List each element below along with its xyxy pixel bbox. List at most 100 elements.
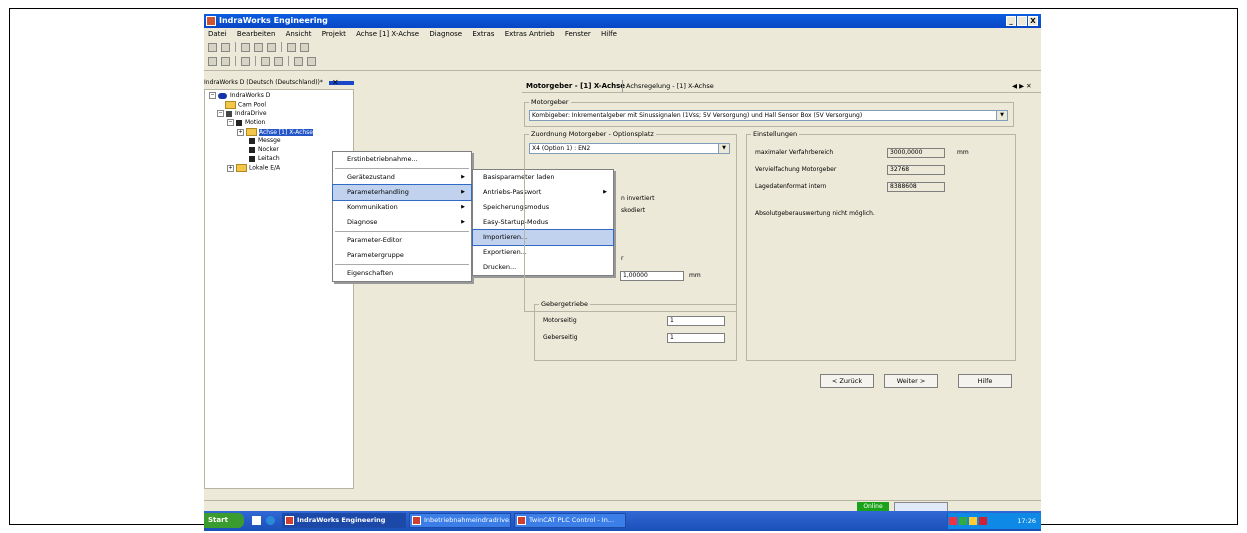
maximize-button[interactable]	[1017, 16, 1027, 26]
menu-extras[interactable]: Extras	[472, 30, 494, 38]
axis-icon	[249, 155, 255, 162]
group-einstellungen-label: Einstellungen	[751, 130, 800, 138]
tree-item-messge[interactable]: Messge	[249, 137, 281, 145]
group-zuordnung-label: Zuordnung Motorgeber - Optionsplatz	[529, 130, 656, 138]
submenu-arrow-icon: ▶	[461, 189, 465, 195]
geberseitig-input[interactable]: 1	[667, 333, 725, 343]
toolbar-separator	[204, 70, 1041, 71]
redo-icon[interactable]	[300, 43, 309, 52]
project-icon	[218, 92, 227, 99]
clock: 17:26	[1017, 517, 1036, 525]
drive-icon	[226, 110, 232, 117]
ctx-item-parameter-editor[interactable]: Parameter-Editor	[333, 233, 471, 248]
desktop-icon[interactable]	[252, 516, 261, 525]
absolut-note: Absolutgeberauswertung nicht möglich.	[755, 210, 875, 217]
online-icon[interactable]	[208, 57, 217, 66]
minimize-button[interactable]: _	[1006, 16, 1016, 26]
settings-icon[interactable]	[307, 57, 316, 66]
folder-icon	[225, 101, 236, 109]
partial-label-kodiert: skodiert	[621, 207, 646, 214]
tree-item-root[interactable]: − IndraWorks D	[209, 92, 270, 100]
app-icon	[206, 16, 216, 26]
left-panel-close-icon[interactable]: ✕	[332, 78, 339, 88]
tray-icon[interactable]	[969, 517, 977, 525]
tree-item-nocker[interactable]: Nocker	[249, 146, 279, 154]
menu-datei[interactable]: Datei	[208, 30, 227, 38]
task-indraworks[interactable]: IndraWorks Engineering	[282, 513, 406, 528]
next-button[interactable]: Weiter >	[884, 374, 938, 388]
tray-icon[interactable]	[949, 517, 957, 525]
menu-ansicht[interactable]: Ansicht	[286, 30, 312, 38]
menu-diagnose[interactable]: Diagnose	[429, 30, 462, 38]
cut-icon[interactable]	[241, 43, 250, 52]
ctx-item-parameterhandling[interactable]: Parameterhandling ▶	[332, 184, 472, 201]
scan-icon[interactable]	[241, 57, 250, 66]
download-icon[interactable]	[274, 57, 283, 66]
ctx-item-kommunikation[interactable]: Kommunikation ▶	[333, 200, 471, 215]
start-button[interactable]: Start	[204, 513, 244, 528]
browser-icon[interactable]	[266, 516, 275, 525]
menu-bearbeiten[interactable]: Bearbeiten	[237, 30, 275, 38]
tab-nav-icon[interactable]: ◀ ▶ ✕	[1012, 80, 1032, 92]
motorseitig-input[interactable]: 1	[667, 316, 725, 326]
tree-item-indradrive[interactable]: − IndraDrive	[217, 110, 267, 118]
undo-icon[interactable]	[287, 43, 296, 52]
task-twincat[interactable]: TwinCAT PLC Control - In...	[514, 513, 626, 528]
folder-icon	[236, 164, 247, 172]
group-gebergetriebe: Gebergetriebe Motorseitig 1 Geberseitig …	[534, 300, 737, 361]
toolbar-1	[206, 42, 311, 54]
tree-item-lokale[interactable]: + Lokale E/A	[227, 164, 280, 173]
tree-item-achse[interactable]: + Achse [1] X-Achse	[237, 128, 313, 137]
copy-icon[interactable]	[254, 43, 263, 52]
save-icon[interactable]	[221, 43, 230, 52]
system-tray: 17:26	[947, 513, 1041, 529]
group-zuordnung: Zuordnung Motorgeber - Optionsplatz X4 (…	[524, 130, 737, 312]
max-verfahr-value: 3000,0000	[887, 148, 945, 158]
new-icon[interactable]	[208, 43, 217, 52]
zuordnung-select[interactable]: X4 (Option 1) : EN2 ▼	[529, 143, 730, 154]
ctx-item-parametergruppe[interactable]: Parametergruppe	[333, 248, 471, 263]
help-button[interactable]: Hilfe	[958, 374, 1012, 388]
tray-icon[interactable]	[959, 517, 967, 525]
folder-icon	[246, 128, 257, 136]
tab-achsregelung[interactable]: Achsregelung - [1] X-Achse	[622, 80, 714, 92]
teilung-input[interactable]: 1,00000	[620, 271, 684, 281]
offline-icon[interactable]	[221, 57, 230, 66]
menu-projekt[interactable]: Projekt	[322, 30, 346, 38]
ctx-item-geraetezustand[interactable]: Gerätezustand ▶	[333, 170, 471, 185]
max-verfahr-unit: mm	[957, 149, 969, 156]
close-button[interactable]: X	[1028, 16, 1038, 26]
menu-fenster[interactable]: Fenster	[565, 30, 591, 38]
motorgeber-select[interactable]: Kombigeber: Inkrementalgeber mit Sinussi…	[529, 110, 1008, 121]
menu-extras-antrieb[interactable]: Extras Antrieb	[505, 30, 555, 38]
menu-achse[interactable]: Achse [1] X-Achse	[356, 30, 419, 38]
lagedaten-label: Lagedatenformat intern	[755, 183, 827, 190]
app-window: IndraWorks Engineering _ X Datei Bearbei…	[204, 14, 1041, 531]
motorseitig-label: Motorseitig	[543, 317, 577, 324]
ctx-item-diagnose[interactable]: Diagnose ▶	[333, 215, 471, 230]
back-button[interactable]: < Zurück	[820, 374, 874, 388]
context-menu: Erstinbetriebnahme... Gerätezustand ▶ Par…	[332, 151, 472, 282]
tree-item-leitach[interactable]: Leitach	[249, 155, 280, 163]
task-inbetriebnahme[interactable]: Inbetriebnahmeindradrive...	[409, 513, 511, 528]
tree-item-motion[interactable]: − Motion	[227, 119, 265, 127]
menu-bar: Datei Bearbeiten Ansicht Projekt Achse […	[204, 29, 1041, 40]
ctx-item-erstinbetriebnahme[interactable]: Erstinbetriebnahme...	[333, 152, 471, 167]
tab-motorgeber[interactable]: Motorgeber - [1] X-Achse	[526, 80, 625, 92]
max-verfahr-label: maximaler Verfahrbereich	[755, 149, 834, 156]
axis-icon	[249, 137, 255, 144]
tree-item-cam-pool[interactable]: Cam Pool	[225, 101, 266, 110]
paste-icon[interactable]	[267, 43, 276, 52]
lagedaten-value: 8388608	[887, 182, 945, 192]
upload-icon[interactable]	[261, 57, 270, 66]
app-icon	[517, 516, 526, 525]
config-icon[interactable]	[294, 57, 303, 66]
ctx-item-eigenschaften[interactable]: Eigenschaften	[333, 266, 471, 281]
partial-label-r: r	[621, 255, 624, 262]
taskbar: Start IndraWorks Engineering Inbetriebna…	[204, 511, 1041, 531]
menu-hilfe[interactable]: Hilfe	[601, 30, 617, 38]
geberseitig-label: Geberseitig	[543, 334, 578, 341]
tray-icon[interactable]	[979, 517, 987, 525]
dropdown-arrow-icon: ▼	[996, 111, 1007, 120]
submenu-arrow-icon: ▶	[461, 174, 465, 180]
